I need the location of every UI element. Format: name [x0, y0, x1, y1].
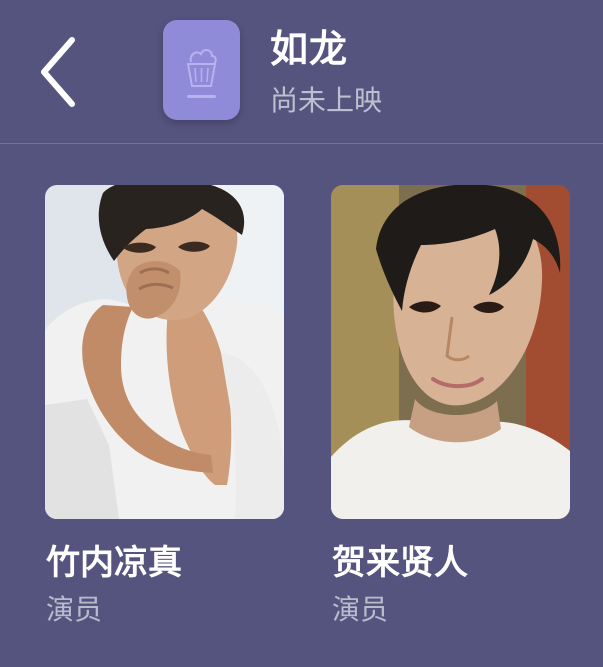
- movie-title: 如龙: [270, 27, 349, 71]
- actor-photo[interactable]: [45, 185, 284, 519]
- actor-role: 演员: [46, 593, 103, 626]
- popcorn-icon: [186, 49, 217, 98]
- back-button[interactable]: [28, 34, 92, 114]
- cast-card[interactable]: 贺来贤人 演员: [331, 185, 570, 626]
- chevron-left-icon: [41, 37, 75, 107]
- movie-cast-page: 如龙 尚未上映 竹内凉真 演员 贺来贤人 演员: [0, 0, 603, 667]
- actor-photo[interactable]: [331, 185, 570, 519]
- actor-photo-image: [331, 185, 570, 519]
- actor-photo-image: [45, 185, 284, 519]
- actor-name: 贺来贤人: [332, 543, 468, 583]
- cast-card[interactable]: 竹内凉真 演员: [45, 185, 284, 626]
- release-status: 尚未上映: [270, 84, 383, 117]
- header-divider: [0, 143, 603, 144]
- movie-poster-placeholder[interactable]: [163, 20, 240, 120]
- header: 如龙 尚未上映: [0, 0, 603, 143]
- actor-name: 竹内凉真: [46, 543, 182, 583]
- actor-role: 演员: [332, 593, 389, 626]
